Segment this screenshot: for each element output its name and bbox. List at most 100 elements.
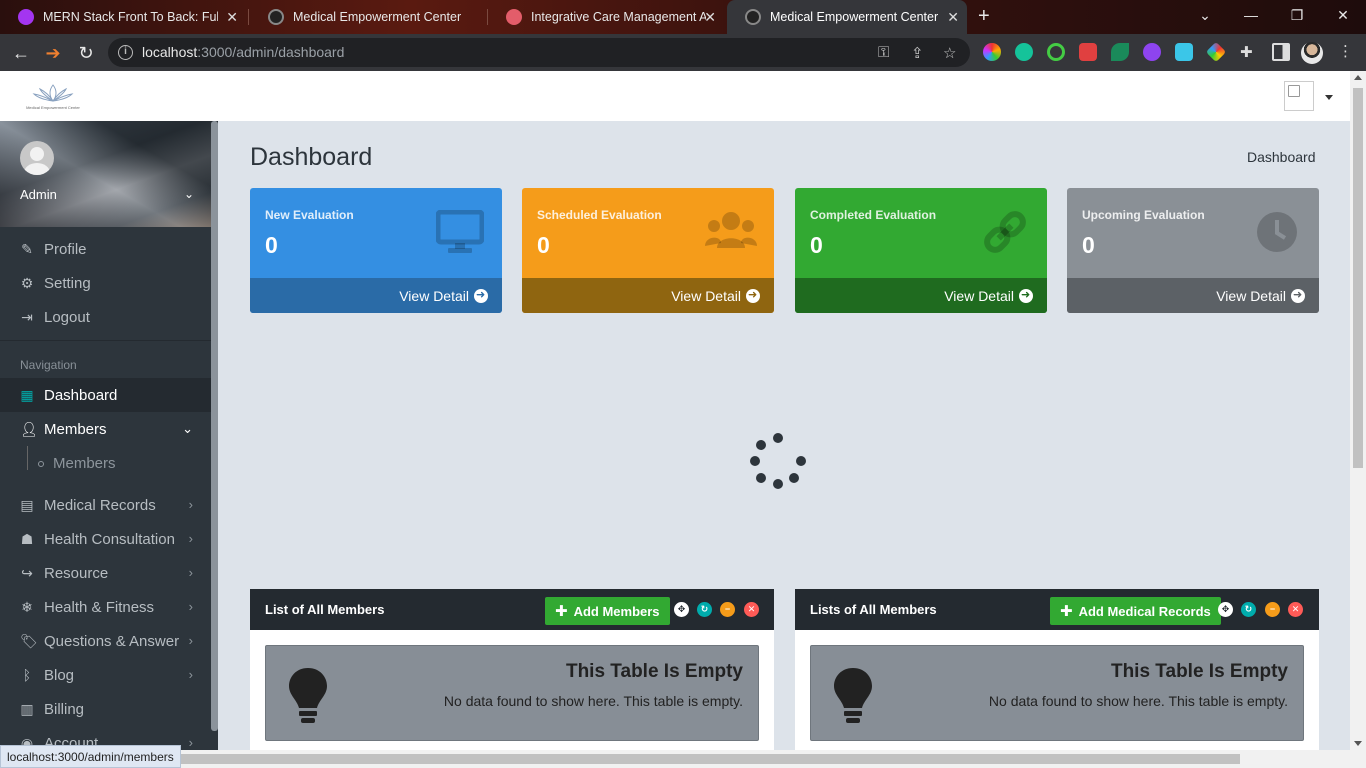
- sidebar-subitem-members[interactable]: Members: [38, 455, 116, 472]
- chevron-down-icon[interactable]: ⌄: [184, 187, 194, 201]
- grammarly-icon[interactable]: [1015, 43, 1033, 61]
- empty-text: No data found to show here. This table i…: [443, 693, 743, 709]
- arrow-circle-right-icon: [1019, 288, 1033, 303]
- restore-icon[interactable]: ❐: [1274, 0, 1320, 30]
- sidebar-item-questions-answer[interactable]: 🏷︎ Questions & Answer ›: [0, 624, 211, 658]
- reload-icon[interactable]: ↻: [73, 40, 99, 66]
- nav-header: Navigation: [20, 358, 77, 372]
- sidebar-item-profile[interactable]: ✎ Profile: [0, 232, 211, 266]
- sidebar-item-setting[interactable]: ⚙ Setting: [0, 266, 211, 300]
- sidebar-item-label: Health Consultation: [44, 530, 175, 548]
- sidebar-item-dashboard[interactable]: ▦ Dashboard: [0, 378, 211, 412]
- forward-icon[interactable]: ➔: [40, 40, 66, 66]
- billing-icon: ▥: [20, 700, 34, 717]
- reload-icon[interactable]: ↻: [1241, 602, 1256, 617]
- reload-icon[interactable]: ↻: [697, 602, 712, 617]
- sidebar-item-medical-records[interactable]: ▤ Medical Records ›: [0, 488, 211, 522]
- close-window-icon[interactable]: ✕: [1320, 0, 1366, 30]
- tab-title: MERN Stack Front To Back: Full St: [43, 10, 218, 24]
- sidebar: Admin ⌄ ✎ Profile ⚙ Setting ⇥ Logout Nav…: [0, 121, 218, 768]
- tab-search-icon[interactable]: ⌄: [1182, 0, 1228, 30]
- sidebar-item-health-fitness[interactable]: ❄ Health & Fitness ›: [0, 590, 211, 624]
- view-detail-label: View Detail: [671, 287, 741, 304]
- side-panel-icon[interactable]: [1272, 43, 1290, 61]
- close-tab-icon[interactable]: ✕: [947, 9, 959, 26]
- blog-icon: ᛒ: [22, 667, 32, 683]
- browser-tab-active[interactable]: Medical Empowerment Center ✕: [727, 0, 967, 34]
- back-icon[interactable]: ←: [8, 40, 34, 66]
- minimize-icon[interactable]: —: [1228, 0, 1274, 30]
- info-icon[interactable]: i: [118, 45, 133, 60]
- sidebar-item-resource[interactable]: ↪ Resource ›: [0, 556, 211, 590]
- extension-diamond-icon[interactable]: [1205, 41, 1227, 63]
- empty-table-alert: This Table Is Empty No data found to sho…: [810, 645, 1304, 741]
- collapse-icon[interactable]: −: [1265, 602, 1280, 617]
- tab-title: Integrative Care Management Ap: [531, 10, 706, 24]
- scrollbar-thumb[interactable]: [180, 754, 1240, 764]
- stat-label: Completed Evaluation: [810, 208, 937, 222]
- view-detail-link[interactable]: View Detail: [250, 278, 502, 313]
- breadcrumb[interactable]: Dashboard: [1247, 149, 1316, 165]
- gear-icon: ⚙: [20, 274, 34, 291]
- puzzle-icon[interactable]: ✚: [1240, 43, 1253, 61]
- view-detail-link[interactable]: View Detail: [522, 278, 774, 313]
- bullet-icon: [38, 460, 44, 467]
- expand-icon[interactable]: ✥: [1218, 602, 1233, 617]
- header-user-avatar[interactable]: [1284, 81, 1314, 111]
- stat-card-upcoming-evaluation: Upcoming Evaluation 0 View Detail: [1067, 188, 1319, 313]
- more-menu-icon[interactable]: ⋮: [1338, 42, 1353, 60]
- sidebar-item-billing[interactable]: ▥ Billing: [0, 692, 211, 726]
- extension-purple-icon[interactable]: [1143, 43, 1161, 61]
- view-detail-link[interactable]: View Detail: [1067, 278, 1319, 313]
- share-icon[interactable]: ⇪: [911, 44, 924, 62]
- key-icon[interactable]: ⚿: [878, 44, 889, 61]
- sidebar-item-health-consultation[interactable]: ☗ Health Consultation ›: [0, 522, 211, 556]
- add-members-button[interactable]: ✚ Add Members: [545, 597, 670, 625]
- extension-red-icon[interactable]: [1079, 43, 1097, 61]
- new-tab-icon[interactable]: +: [978, 5, 990, 28]
- bookmark-star-icon[interactable]: ☆: [943, 44, 956, 62]
- sidebar-item-logout[interactable]: ⇥ Logout: [0, 300, 211, 334]
- browser-tab[interactable]: Integrative Care Management Ap ✕: [488, 0, 724, 34]
- browser-tab[interactable]: MERN Stack Front To Back: Full St ✕: [0, 0, 246, 34]
- scrollbar-thumb[interactable]: [1353, 88, 1363, 468]
- extension-blue-icon[interactable]: [1175, 43, 1193, 61]
- chevron-right-icon: ›: [188, 531, 193, 546]
- browser-profile-avatar[interactable]: [1301, 42, 1323, 64]
- scroll-up-arrow-icon[interactable]: [1354, 75, 1362, 80]
- arrow-circle-right-icon: [746, 288, 760, 303]
- remove-icon[interactable]: ✕: [744, 602, 759, 617]
- view-detail-link[interactable]: View Detail: [795, 278, 1047, 313]
- sidebar-item-members[interactable]: 👤︎ Members ⌄: [0, 412, 211, 446]
- expand-icon[interactable]: ✥: [674, 602, 689, 617]
- view-detail-label: View Detail: [944, 287, 1014, 304]
- close-tab-icon[interactable]: ✕: [704, 9, 716, 26]
- sidebar-profile[interactable]: Admin ⌄: [0, 121, 218, 227]
- address-bar[interactable]: i localhost:3000/admin/dashboard ⚿ ⇪ ☆: [108, 38, 970, 67]
- app-logo[interactable]: Medical Empowerment Center: [22, 83, 84, 113]
- page-horizontal-scrollbar[interactable]: [0, 750, 1366, 768]
- tag-icon: 🏷︎: [20, 632, 38, 649]
- lotus-logo-icon: [32, 84, 74, 102]
- site-favicon-icon: [745, 9, 761, 25]
- extension-green-icon[interactable]: [1111, 43, 1129, 61]
- remove-icon[interactable]: ✕: [1288, 602, 1303, 617]
- scroll-down-arrow-icon[interactable]: [1354, 741, 1362, 746]
- snowflake-icon: ❄: [21, 598, 33, 615]
- browser-tab[interactable]: Medical Empowerment Center: [250, 0, 486, 34]
- page-vertical-scrollbar[interactable]: [1350, 71, 1366, 750]
- panel-heading: List of All Members ✚ Add Members ✥ ↻ − ✕: [250, 589, 774, 630]
- stat-card-new-evaluation: New Evaluation 0 View Detail: [250, 188, 502, 313]
- stat-value: 0: [810, 232, 823, 258]
- collapse-icon[interactable]: −: [720, 602, 735, 617]
- sidebar-divider: [0, 340, 211, 341]
- sidebar-item-blog[interactable]: ᛒ Blog ›: [0, 658, 211, 692]
- add-medical-records-button[interactable]: ✚ Add Medical Records: [1050, 597, 1221, 625]
- members-panel: List of All Members ✚ Add Members ✥ ↻ − ✕…: [250, 589, 774, 768]
- user-secret-icon: ☗: [20, 530, 34, 547]
- user-dropdown-caret-icon[interactable]: [1325, 95, 1333, 100]
- sidebar-scrollbar[interactable]: [211, 121, 218, 731]
- extension-target-icon[interactable]: [1047, 43, 1065, 61]
- close-tab-icon[interactable]: ✕: [226, 9, 238, 26]
- extension-color-icon[interactable]: [983, 43, 1001, 61]
